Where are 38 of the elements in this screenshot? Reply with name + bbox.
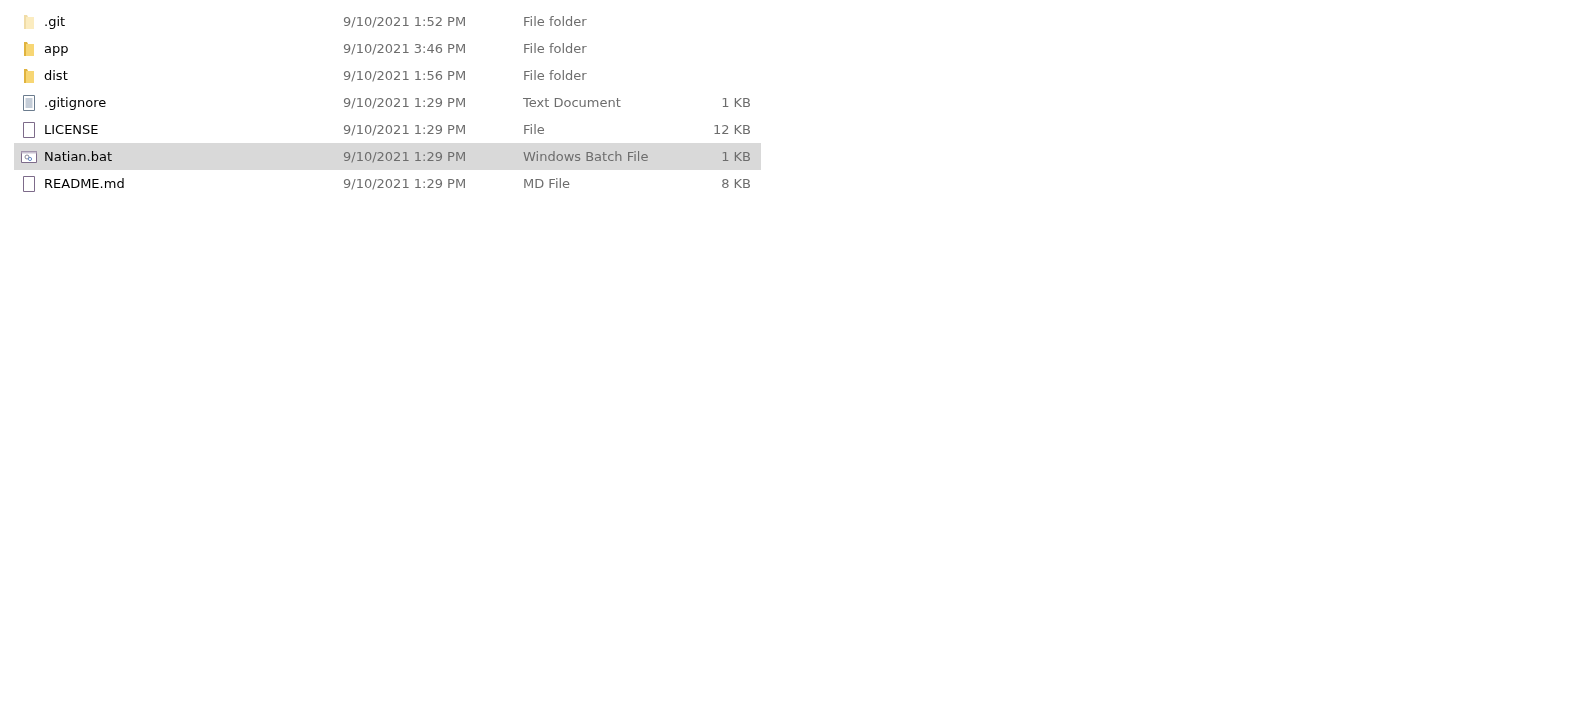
date-modified: 9/10/2021 1:29 PM: [343, 122, 467, 137]
folder-icon: [21, 67, 37, 84]
file-icon: [21, 121, 37, 138]
file-row[interactable]: README.md 9/10/2021 1:29 PM MD File 8 KB: [14, 170, 761, 197]
file-row[interactable]: dist 9/10/2021 1:56 PM File folder: [14, 62, 761, 89]
file-size: 1 KB: [721, 149, 752, 164]
date-modified: 9/10/2021 1:29 PM: [343, 149, 467, 164]
file-type: MD File: [523, 176, 571, 191]
file-size: 1 KB: [721, 95, 752, 110]
file-type: Windows Batch File: [523, 149, 649, 164]
file-row[interactable]: .gitignore 9/10/2021 1:29 PM Text Document 1 KB: [14, 89, 761, 116]
folder-icon: [21, 40, 37, 57]
date-modified: 9/10/2021 1:52 PM: [343, 14, 467, 29]
gear-window-icon: [21, 148, 37, 165]
file-name: .git: [44, 14, 66, 29]
file-type: File folder: [523, 41, 587, 56]
file-size: 8 KB: [721, 176, 752, 191]
date-modified: 9/10/2021 1:56 PM: [343, 68, 467, 83]
file-size: 12 KB: [712, 122, 752, 137]
file-name: app: [44, 41, 69, 56]
file-name: README.md: [44, 176, 125, 191]
file-icon: [21, 175, 37, 192]
date-modified: 9/10/2021 3:46 PM: [343, 41, 467, 56]
file-name: .gitignore: [44, 95, 107, 110]
file-type: Text Document: [523, 95, 621, 110]
file-row[interactable]: .git 9/10/2021 1:52 PM File folder: [14, 8, 761, 35]
file-name: dist: [44, 68, 68, 83]
file-type: File folder: [523, 68, 587, 83]
date-modified: 9/10/2021 1:29 PM: [343, 95, 467, 110]
file-row[interactable]: app 9/10/2021 3:46 PM File folder: [14, 35, 761, 62]
file-name: LICENSE: [44, 122, 99, 137]
file-type: File: [523, 122, 545, 137]
text-document-icon: [21, 94, 37, 111]
date-modified: 9/10/2021 1:29 PM: [343, 176, 467, 191]
file-name: Natian.bat: [44, 149, 113, 164]
file-row[interactable]: LICENSE 9/10/2021 1:29 PM File 12 KB: [14, 116, 761, 143]
file-row[interactable]: Natian.bat 9/10/2021 1:29 PM Windows Batch File 1 KB: [14, 143, 761, 170]
file-type: File folder: [523, 14, 587, 29]
